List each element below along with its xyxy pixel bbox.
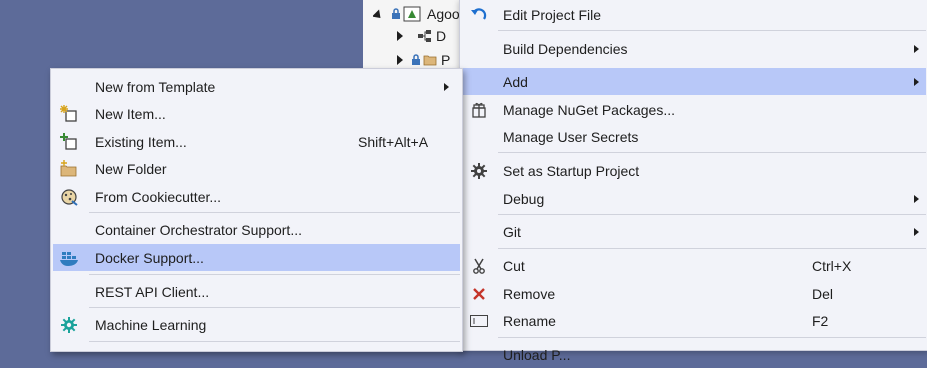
edit-project-icon — [469, 5, 489, 25]
menu-item-new-from-template[interactable]: New from Template — [53, 73, 460, 100]
menu-item-partial[interactable]: Unload P... — [462, 341, 926, 368]
menu-separator — [498, 337, 926, 338]
menu-item-git[interactable]: Git — [462, 218, 926, 245]
properties-label: P — [441, 52, 451, 68]
tree-node-dependencies[interactable]: D — [397, 23, 446, 49]
folder-icon — [423, 54, 437, 66]
dependencies-icon — [417, 29, 433, 43]
submenu-arrow-icon — [444, 82, 449, 91]
menu-item-machine-learning[interactable]: Machine Learning — [53, 311, 460, 338]
menu-item-remove[interactable]: Remove Del — [462, 280, 926, 307]
rename-icon — [469, 311, 489, 331]
menu-separator — [498, 214, 926, 215]
menu-item-rest-api-client[interactable]: REST API Client... — [53, 278, 460, 305]
submenu-arrow-icon — [914, 194, 919, 203]
gear-icon — [469, 161, 489, 181]
scissors-icon — [469, 256, 489, 276]
menu-item-debug[interactable]: Debug — [462, 185, 926, 212]
cookiecutter-icon — [59, 187, 79, 207]
menu-item-new-item[interactable]: New Item... — [53, 100, 460, 127]
menu-item-container-orchestrator[interactable]: Container Orchestrator Support... — [53, 216, 460, 243]
menu-separator — [89, 341, 460, 342]
collapsed-arrow-icon[interactable] — [397, 31, 403, 41]
menu-item-build-dependencies[interactable]: Build Dependencies — [462, 35, 926, 62]
dependencies-label: D — [436, 28, 447, 44]
docker-icon — [59, 248, 79, 268]
menu-item-set-startup[interactable]: Set as Startup Project — [462, 157, 926, 184]
menu-item-from-cookiecutter[interactable]: From Cookiecutter... — [53, 183, 460, 210]
new-folder-icon — [59, 159, 79, 179]
project-icon — [403, 6, 421, 22]
solution-explorer-tree: Agoo D P — [363, 0, 473, 68]
close-icon — [469, 284, 489, 304]
menu-separator — [89, 274, 460, 275]
add-submenu: New from Template New Item... Existing I… — [50, 68, 463, 352]
menu-item-existing-item[interactable]: Existing Item... Shift+Alt+A — [53, 128, 460, 155]
menu-separator — [498, 152, 926, 153]
menu-separator — [498, 248, 926, 249]
menu-item-manage-user-secrets[interactable]: Manage User Secrets — [462, 123, 926, 150]
menu-item-docker-support[interactable]: Docker Support... — [53, 244, 460, 271]
collapsed-arrow-icon[interactable] — [397, 55, 403, 65]
menu-item-manage-nuget[interactable]: Manage NuGet Packages... — [462, 96, 926, 123]
project-label: Agoo — [427, 6, 460, 22]
expanded-arrow-icon[interactable] — [373, 8, 385, 22]
nuget-package-icon — [469, 100, 489, 120]
lock-icon — [411, 54, 421, 66]
menu-separator — [89, 307, 460, 308]
new-item-icon — [59, 104, 79, 124]
menu-item-cut[interactable]: Cut Ctrl+X — [462, 252, 926, 279]
machine-learning-icon — [59, 315, 79, 335]
existing-item-icon — [59, 132, 79, 152]
submenu-arrow-icon — [914, 44, 919, 53]
menu-item-add[interactable]: Add — [462, 68, 926, 95]
lock-icon — [391, 8, 401, 20]
menu-item-edit-project-file[interactable]: Edit Project File — [462, 1, 926, 28]
menu-item-rename[interactable]: Rename F2 — [462, 307, 926, 334]
project-context-menu: Edit Project File Build Dependencies Add… — [459, 0, 927, 363]
menu-item-new-folder[interactable]: New Folder — [53, 155, 460, 182]
menu-separator — [89, 212, 460, 213]
submenu-arrow-icon — [914, 227, 919, 236]
menu-separator — [498, 30, 926, 31]
submenu-arrow-icon — [914, 77, 919, 86]
